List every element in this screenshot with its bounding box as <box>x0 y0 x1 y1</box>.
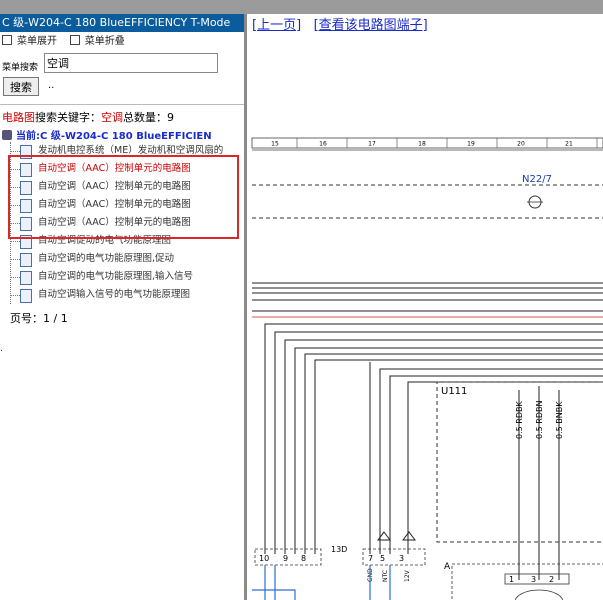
pin-number: 5 <box>380 554 385 563</box>
bottom-link[interactable]: . <box>0 344 3 354</box>
separator <box>0 104 244 105</box>
window-top-strip <box>0 0 603 14</box>
vehicle-title: C 级-W204-C 180 BlueEFFICIENCY T-Mode <box>0 14 244 32</box>
search-summary: 电路图搜索关键字：空调总数量：9 <box>2 109 244 125</box>
ruler-label: 15 <box>271 141 279 148</box>
summary-keyword: 空调 <box>101 111 123 124</box>
component-n22-label: N22/7 <box>522 174 552 185</box>
ruler-strip <box>251 137 603 149</box>
highlight-box <box>8 155 239 239</box>
more-dots: .. <box>48 80 55 91</box>
book-icon <box>2 130 12 140</box>
prev-page-link[interactable]: [上一页] <box>252 18 301 33</box>
document-icon <box>20 253 32 267</box>
pin-number: 10 <box>259 554 269 563</box>
diagram-nav: [上一页] [查看该电路图端子] <box>252 14 603 33</box>
summary-keyword-label: 搜索关键字： <box>35 111 101 124</box>
pager: 页号：1 / 1 <box>10 310 244 326</box>
summary-count: 9 <box>167 111 174 124</box>
current-node[interactable]: 当前:C 级-W204-C 180 BlueEFFICIEN <box>2 127 244 142</box>
menu-toggle-row: 菜单展开 菜单折叠 <box>0 32 244 52</box>
search-label: 菜单搜索 <box>2 63 39 73</box>
pin-label-small: NTC <box>382 570 389 582</box>
connector-plug-icon <box>514 589 564 600</box>
search-row: 菜单搜索 <box>0 52 244 76</box>
ruler-label: 19 <box>467 141 475 148</box>
pin-number: 2 <box>549 575 554 584</box>
module-a-box <box>451 563 603 600</box>
connector-label: 13D <box>331 545 347 554</box>
wire-label: 0.5 RDBN <box>535 401 544 439</box>
pin-number: 3 <box>399 554 404 563</box>
pager-value[interactable]: 1 / 1 <box>43 312 68 325</box>
view-terminal-link[interactable]: [查看该电路图端子] <box>314 18 428 33</box>
search-button[interactable]: 搜索 <box>3 77 39 96</box>
pin-number: 9 <box>283 554 288 563</box>
ruler-label: 18 <box>418 141 426 148</box>
pin-number: 8 <box>301 554 306 563</box>
component-u111-label: U111 <box>441 386 467 397</box>
wiring-diagram: 15 16 17 18 19 20 21 N22/7 U111 0.5 RDBK… <box>251 137 603 600</box>
collapse-icon <box>69 35 80 45</box>
ruler-label: 17 <box>368 141 376 148</box>
pin-number: 3 <box>531 575 536 584</box>
pager-label: 页号： <box>10 312 43 325</box>
left-panel: C 级-W204-C 180 BlueEFFICIENCY T-Mode 菜单展… <box>0 14 244 600</box>
menu-expand-button[interactable]: 菜单展开 <box>2 35 57 47</box>
tree-item[interactable]: 自动空调的电气功能原理图,输入信号 <box>8 268 244 286</box>
pin-label-small: 12V <box>404 569 411 582</box>
tree-item[interactable]: 自动空调的电气功能原理图,促动 <box>8 250 244 268</box>
document-icon <box>20 271 32 285</box>
ruler-label: 21 <box>565 141 573 148</box>
connector-a-label: A <box>444 562 451 572</box>
right-panel: [上一页] [查看该电路图端子] 15 16 17 18 19 20 21 N2… <box>247 14 603 600</box>
supply-triangle-icon <box>402 531 416 541</box>
ruler-label: 16 <box>319 141 327 148</box>
document-icon <box>20 289 32 303</box>
pin-number: 1 <box>509 575 514 584</box>
expand-icon <box>2 35 12 45</box>
summary-category: 电路图 <box>2 111 35 124</box>
wire-label: 0.5 RDBK <box>515 401 524 439</box>
current-node-label: 当前:C 级-W204-C 180 BlueEFFICIEN <box>16 131 212 142</box>
search-input[interactable] <box>44 53 218 73</box>
tree-item[interactable]: 自动空调输入信号的电气功能原理图 <box>8 286 244 304</box>
search-button-row: 搜索 .. <box>0 76 244 100</box>
wire-label: 0.5 BNBK <box>555 401 564 439</box>
ruler-label: 20 <box>517 141 525 148</box>
menu-collapse-button[interactable]: 菜单折叠 <box>69 35 125 47</box>
summary-count-label: 总数量： <box>123 111 167 124</box>
pin-number: 7 <box>368 554 373 563</box>
